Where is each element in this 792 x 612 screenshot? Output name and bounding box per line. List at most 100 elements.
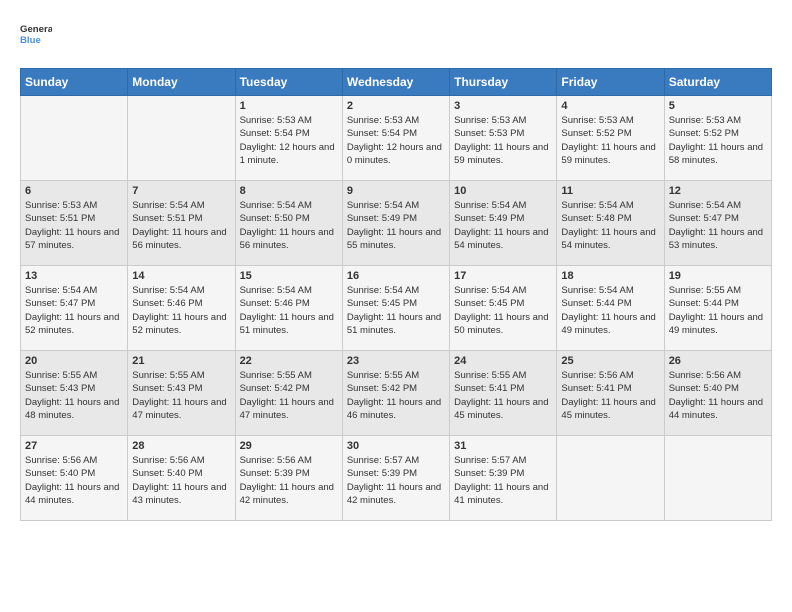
calendar-cell: 8 Sunrise: 5:54 AMSunset: 5:50 PMDayligh…: [235, 181, 342, 266]
calendar-cell: 29 Sunrise: 5:56 AMSunset: 5:39 PMDaylig…: [235, 436, 342, 521]
calendar-cell: 31 Sunrise: 5:57 AMSunset: 5:39 PMDaylig…: [450, 436, 557, 521]
day-info: Sunrise: 5:56 AMSunset: 5:39 PMDaylight:…: [240, 454, 338, 507]
logo-icon: General Blue: [20, 20, 52, 52]
calendar-cell: 1 Sunrise: 5:53 AMSunset: 5:54 PMDayligh…: [235, 96, 342, 181]
day-info: Sunrise: 5:53 AMSunset: 5:53 PMDaylight:…: [454, 114, 552, 167]
day-number: 25: [561, 355, 659, 367]
calendar-cell: 15 Sunrise: 5:54 AMSunset: 5:46 PMDaylig…: [235, 266, 342, 351]
day-info: Sunrise: 5:55 AMSunset: 5:43 PMDaylight:…: [25, 369, 123, 422]
day-info: Sunrise: 5:55 AMSunset: 5:41 PMDaylight:…: [454, 369, 552, 422]
day-info: Sunrise: 5:57 AMSunset: 5:39 PMDaylight:…: [454, 454, 552, 507]
calendar-cell: 19 Sunrise: 5:55 AMSunset: 5:44 PMDaylig…: [664, 266, 771, 351]
calendar-cell: 21 Sunrise: 5:55 AMSunset: 5:43 PMDaylig…: [128, 351, 235, 436]
calendar-cell: 6 Sunrise: 5:53 AMSunset: 5:51 PMDayligh…: [21, 181, 128, 266]
calendar-cell: 13 Sunrise: 5:54 AMSunset: 5:47 PMDaylig…: [21, 266, 128, 351]
calendar-cell: 9 Sunrise: 5:54 AMSunset: 5:49 PMDayligh…: [342, 181, 449, 266]
week-row-3: 13 Sunrise: 5:54 AMSunset: 5:47 PMDaylig…: [21, 266, 772, 351]
day-info: Sunrise: 5:53 AMSunset: 5:54 PMDaylight:…: [240, 114, 338, 167]
calendar-cell: 2 Sunrise: 5:53 AMSunset: 5:54 PMDayligh…: [342, 96, 449, 181]
day-number: 27: [25, 440, 123, 452]
day-number: 3: [454, 100, 552, 112]
day-info: Sunrise: 5:53 AMSunset: 5:54 PMDaylight:…: [347, 114, 445, 167]
day-number: 2: [347, 100, 445, 112]
calendar-cell: 27 Sunrise: 5:56 AMSunset: 5:40 PMDaylig…: [21, 436, 128, 521]
calendar-cell: [21, 96, 128, 181]
calendar-table: SundayMondayTuesdayWednesdayThursdayFrid…: [20, 68, 772, 521]
day-number: 8: [240, 185, 338, 197]
day-number: 14: [132, 270, 230, 282]
calendar-cell: 10 Sunrise: 5:54 AMSunset: 5:49 PMDaylig…: [450, 181, 557, 266]
day-number: 22: [240, 355, 338, 367]
day-info: Sunrise: 5:55 AMSunset: 5:42 PMDaylight:…: [347, 369, 445, 422]
day-info: Sunrise: 5:54 AMSunset: 5:51 PMDaylight:…: [132, 199, 230, 252]
day-number: 6: [25, 185, 123, 197]
day-number: 28: [132, 440, 230, 452]
calendar-cell: 16 Sunrise: 5:54 AMSunset: 5:45 PMDaylig…: [342, 266, 449, 351]
header-saturday: Saturday: [664, 69, 771, 96]
day-info: Sunrise: 5:54 AMSunset: 5:49 PMDaylight:…: [454, 199, 552, 252]
calendar-cell: 28 Sunrise: 5:56 AMSunset: 5:40 PMDaylig…: [128, 436, 235, 521]
day-info: Sunrise: 5:54 AMSunset: 5:46 PMDaylight:…: [132, 284, 230, 337]
day-info: Sunrise: 5:53 AMSunset: 5:52 PMDaylight:…: [561, 114, 659, 167]
calendar-cell: 24 Sunrise: 5:55 AMSunset: 5:41 PMDaylig…: [450, 351, 557, 436]
day-info: Sunrise: 5:54 AMSunset: 5:44 PMDaylight:…: [561, 284, 659, 337]
day-number: 15: [240, 270, 338, 282]
svg-text:General: General: [20, 24, 52, 35]
calendar-cell: 11 Sunrise: 5:54 AMSunset: 5:48 PMDaylig…: [557, 181, 664, 266]
day-number: 18: [561, 270, 659, 282]
day-info: Sunrise: 5:54 AMSunset: 5:45 PMDaylight:…: [347, 284, 445, 337]
day-info: Sunrise: 5:54 AMSunset: 5:48 PMDaylight:…: [561, 199, 659, 252]
day-number: 13: [25, 270, 123, 282]
week-row-1: 1 Sunrise: 5:53 AMSunset: 5:54 PMDayligh…: [21, 96, 772, 181]
day-info: Sunrise: 5:57 AMSunset: 5:39 PMDaylight:…: [347, 454, 445, 507]
day-number: 24: [454, 355, 552, 367]
day-info: Sunrise: 5:54 AMSunset: 5:50 PMDaylight:…: [240, 199, 338, 252]
logo: General Blue: [20, 20, 52, 52]
svg-text:Blue: Blue: [20, 35, 41, 46]
day-number: 9: [347, 185, 445, 197]
calendar-cell: 7 Sunrise: 5:54 AMSunset: 5:51 PMDayligh…: [128, 181, 235, 266]
day-number: 21: [132, 355, 230, 367]
day-info: Sunrise: 5:54 AMSunset: 5:46 PMDaylight:…: [240, 284, 338, 337]
week-row-2: 6 Sunrise: 5:53 AMSunset: 5:51 PMDayligh…: [21, 181, 772, 266]
day-info: Sunrise: 5:55 AMSunset: 5:44 PMDaylight:…: [669, 284, 767, 337]
day-number: 29: [240, 440, 338, 452]
day-number: 20: [25, 355, 123, 367]
calendar-cell: 25 Sunrise: 5:56 AMSunset: 5:41 PMDaylig…: [557, 351, 664, 436]
day-info: Sunrise: 5:54 AMSunset: 5:49 PMDaylight:…: [347, 199, 445, 252]
day-number: 31: [454, 440, 552, 452]
day-info: Sunrise: 5:54 AMSunset: 5:47 PMDaylight:…: [669, 199, 767, 252]
calendar-cell: 20 Sunrise: 5:55 AMSunset: 5:43 PMDaylig…: [21, 351, 128, 436]
calendar-cell: 26 Sunrise: 5:56 AMSunset: 5:40 PMDaylig…: [664, 351, 771, 436]
header-friday: Friday: [557, 69, 664, 96]
day-info: Sunrise: 5:53 AMSunset: 5:52 PMDaylight:…: [669, 114, 767, 167]
calendar-cell: [664, 436, 771, 521]
calendar-cell: 5 Sunrise: 5:53 AMSunset: 5:52 PMDayligh…: [664, 96, 771, 181]
header-row: SundayMondayTuesdayWednesdayThursdayFrid…: [21, 69, 772, 96]
day-info: Sunrise: 5:56 AMSunset: 5:40 PMDaylight:…: [25, 454, 123, 507]
calendar-cell: 17 Sunrise: 5:54 AMSunset: 5:45 PMDaylig…: [450, 266, 557, 351]
header-wednesday: Wednesday: [342, 69, 449, 96]
day-number: 4: [561, 100, 659, 112]
calendar-cell: [557, 436, 664, 521]
header-tuesday: Tuesday: [235, 69, 342, 96]
day-number: 10: [454, 185, 552, 197]
day-number: 26: [669, 355, 767, 367]
day-number: 12: [669, 185, 767, 197]
calendar-cell: 23 Sunrise: 5:55 AMSunset: 5:42 PMDaylig…: [342, 351, 449, 436]
header-monday: Monday: [128, 69, 235, 96]
week-row-4: 20 Sunrise: 5:55 AMSunset: 5:43 PMDaylig…: [21, 351, 772, 436]
calendar-cell: 4 Sunrise: 5:53 AMSunset: 5:52 PMDayligh…: [557, 96, 664, 181]
calendar-cell: 22 Sunrise: 5:55 AMSunset: 5:42 PMDaylig…: [235, 351, 342, 436]
day-info: Sunrise: 5:55 AMSunset: 5:43 PMDaylight:…: [132, 369, 230, 422]
day-number: 16: [347, 270, 445, 282]
day-info: Sunrise: 5:56 AMSunset: 5:40 PMDaylight:…: [132, 454, 230, 507]
calendar-cell: 12 Sunrise: 5:54 AMSunset: 5:47 PMDaylig…: [664, 181, 771, 266]
day-number: 7: [132, 185, 230, 197]
calendar-cell: 18 Sunrise: 5:54 AMSunset: 5:44 PMDaylig…: [557, 266, 664, 351]
day-number: 5: [669, 100, 767, 112]
page-header: General Blue: [20, 20, 772, 52]
calendar-cell: 14 Sunrise: 5:54 AMSunset: 5:46 PMDaylig…: [128, 266, 235, 351]
day-info: Sunrise: 5:54 AMSunset: 5:47 PMDaylight:…: [25, 284, 123, 337]
day-info: Sunrise: 5:54 AMSunset: 5:45 PMDaylight:…: [454, 284, 552, 337]
